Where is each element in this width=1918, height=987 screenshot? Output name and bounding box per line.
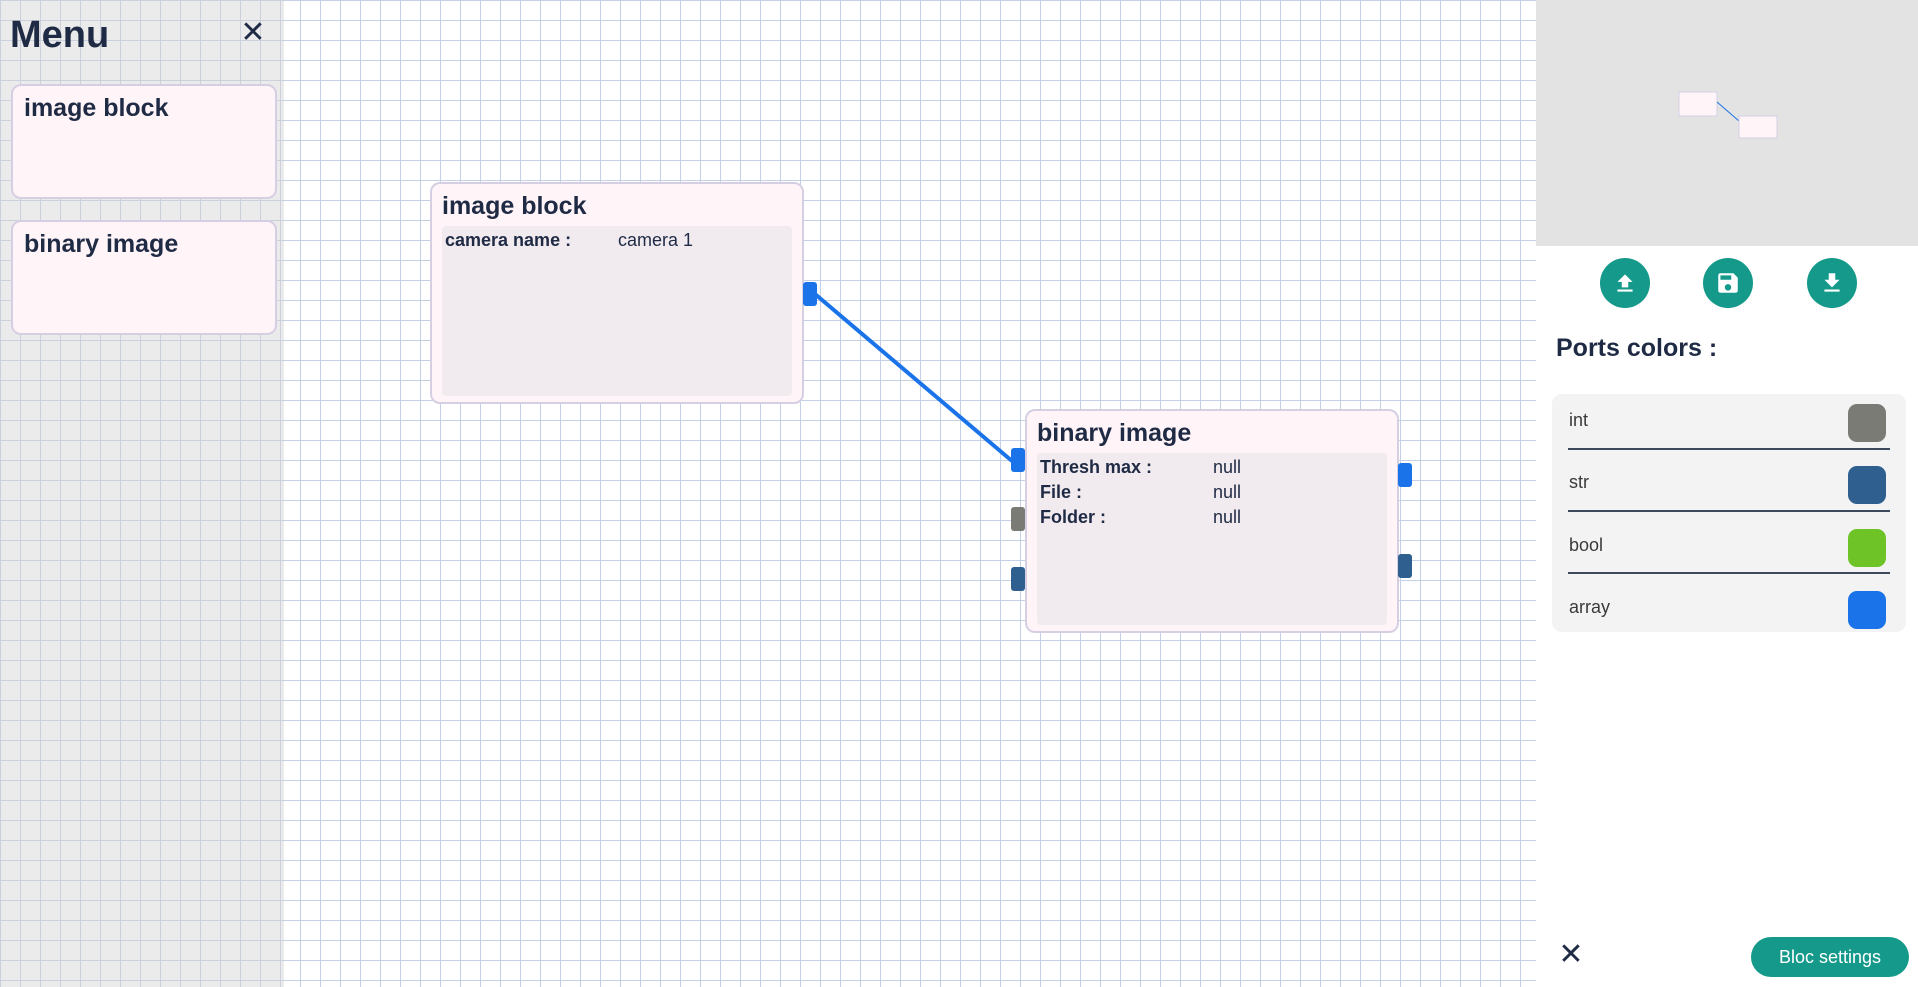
connection-line[interactable] [813, 292, 1014, 463]
port-type-row-array: array [1552, 581, 1906, 643]
property-label: camera name : [445, 230, 572, 250]
port-type-name: array [1569, 597, 1611, 617]
blocks-menu: Menu ✕ image block binary image [0, 0, 284, 987]
ports-colors-list: int str bool array [1552, 394, 1906, 632]
divider [1568, 448, 1890, 450]
input-port-str[interactable] [1011, 567, 1025, 591]
property-row: Thresh max : null [1040, 457, 1384, 482]
close-icon[interactable]: ✕ [238, 18, 268, 48]
property-value[interactable]: null [1213, 507, 1241, 528]
menu-item-image-block[interactable]: image block [11, 84, 277, 199]
output-port-str[interactable] [1398, 554, 1412, 578]
property-value[interactable]: null [1213, 457, 1241, 478]
divider [1568, 510, 1890, 512]
color-swatch-str[interactable] [1848, 466, 1886, 504]
node-title: binary image [1037, 419, 1192, 447]
upload-icon [1617, 274, 1633, 292]
download-icon [1824, 273, 1840, 292]
ports-colors-title: Ports colors : [1556, 334, 1718, 362]
port-type-row-str: str [1552, 456, 1906, 518]
node-binary-image[interactable]: binary image Thresh max : null File : nu… [1025, 409, 1399, 633]
port-type-row-int: int [1552, 394, 1906, 456]
upload-button[interactable] [1600, 258, 1650, 308]
node-properties: Thresh max : null File : null Folder : n… [1037, 453, 1387, 625]
menu-item-label: binary image [24, 230, 179, 258]
node-image-block[interactable]: image block camera name : camera 1 [430, 182, 804, 404]
close-icon[interactable]: ✕ [1556, 940, 1586, 970]
menu-item-binary-image[interactable]: binary image [11, 220, 277, 335]
menu-title: Menu [10, 14, 110, 56]
output-port-array[interactable] [803, 282, 817, 306]
minimap[interactable] [1536, 0, 1918, 246]
download-button[interactable] [1807, 258, 1857, 308]
node-properties: camera name : camera 1 [442, 226, 792, 396]
port-type-name: bool [1569, 535, 1604, 555]
minimap-preview [1678, 91, 1778, 139]
output-port-array[interactable] [1398, 463, 1412, 487]
property-label: Thresh max : [1040, 457, 1153, 477]
property-row: Folder : null [1040, 507, 1384, 532]
bloc-settings-button[interactable]: Bloc settings [1751, 937, 1909, 977]
node-title: image block [442, 192, 587, 220]
right-panel: Ports colors : int str bool array ✕ Bloc… [1536, 0, 1918, 987]
property-row: File : null [1040, 482, 1384, 507]
color-swatch-int[interactable] [1848, 404, 1886, 442]
property-row: camera name : camera 1 [445, 230, 789, 255]
property-value[interactable]: camera 1 [618, 230, 693, 251]
property-label: Folder : [1040, 507, 1106, 527]
input-port-array[interactable] [1011, 448, 1025, 472]
input-port-int[interactable] [1011, 507, 1025, 531]
color-swatch-array[interactable] [1848, 591, 1886, 629]
property-value[interactable]: null [1213, 482, 1241, 503]
port-type-name: str [1569, 472, 1589, 492]
save-icon [1718, 273, 1738, 293]
color-swatch-bool[interactable] [1848, 529, 1886, 567]
property-label: File : [1040, 482, 1083, 502]
menu-item-label: image block [24, 94, 169, 122]
save-button[interactable] [1703, 258, 1753, 308]
divider [1568, 572, 1890, 574]
port-type-name: int [1569, 410, 1589, 430]
